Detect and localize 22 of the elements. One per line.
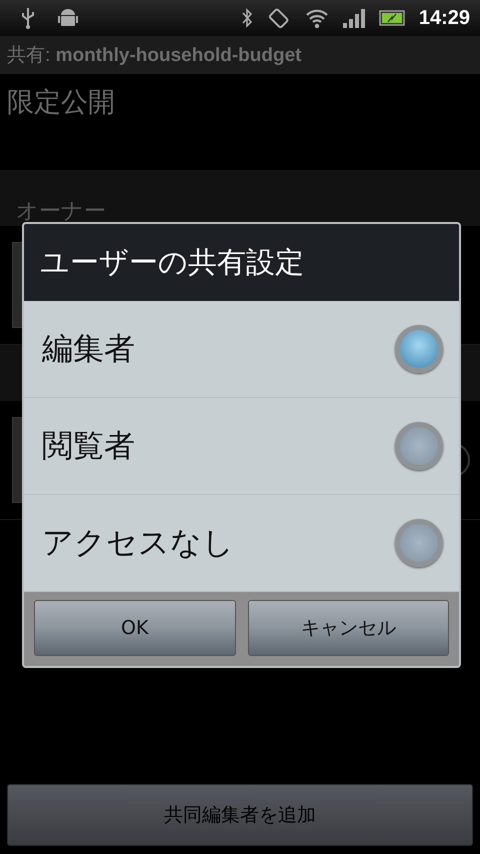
- signal-icon: [342, 8, 365, 28]
- radio-button[interactable]: [395, 325, 443, 373]
- visibility-label: 限定公開: [6, 86, 115, 120]
- option-label: 閲覧者: [42, 427, 135, 466]
- option-label: 編集者: [42, 330, 135, 369]
- battery-icon: [378, 10, 405, 26]
- dialog-button[interactable]: キャンセル: [248, 600, 449, 656]
- wifi-icon: [304, 7, 329, 29]
- bluetooth-icon: [240, 7, 253, 29]
- usb-icon: [20, 7, 36, 29]
- section-title: オーナー: [16, 198, 106, 226]
- dialog-title: ユーザーの共有設定: [40, 244, 304, 280]
- window-title: 共有: monthly-household-budget: [7, 44, 302, 68]
- radio-button[interactable]: [395, 422, 443, 470]
- android-icon: [58, 8, 78, 28]
- rotation-icon: [266, 6, 291, 30]
- radio-button[interactable]: [395, 519, 443, 567]
- dialog-button[interactable]: OK: [34, 600, 236, 656]
- option-row[interactable]: 閲覧者: [24, 398, 459, 495]
- option-row[interactable]: 編集者: [24, 301, 459, 398]
- clock-time: 14:29: [418, 6, 470, 30]
- option-label: アクセスなし: [42, 524, 234, 563]
